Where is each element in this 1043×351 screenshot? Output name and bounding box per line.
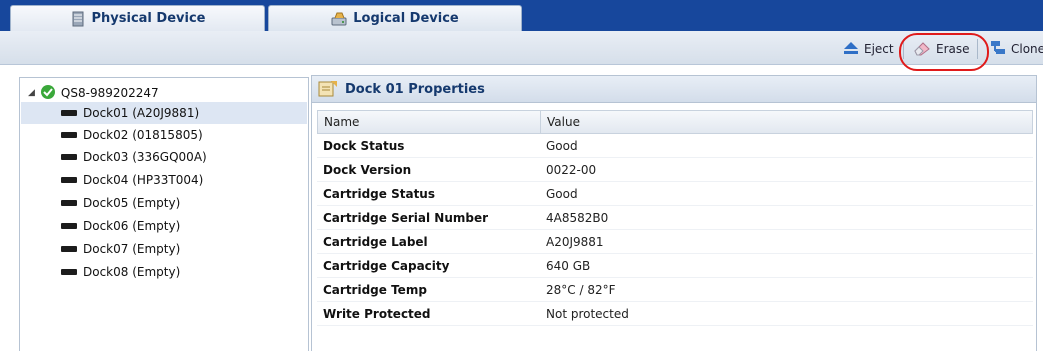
tab-logical-device[interactable]: Logical Device bbox=[268, 5, 522, 31]
dock-icon bbox=[61, 132, 77, 138]
tree-root-label: QS8-989202247 bbox=[60, 86, 159, 100]
dock-icon bbox=[61, 177, 77, 183]
property-name: Dock Version bbox=[323, 162, 412, 177]
device-tree: ◢ QS8-989202247 Dock01 (A20J9881) Dock02… bbox=[19, 77, 309, 351]
property-name: Cartridge Status bbox=[323, 186, 435, 201]
tree-root-node[interactable]: ◢ QS8-989202247 bbox=[28, 84, 159, 102]
property-value: Not protected bbox=[546, 306, 629, 321]
tree-item-label: Dock02 (01815805) bbox=[83, 128, 203, 142]
toolbar: Eject Erase Clone bbox=[0, 31, 1043, 65]
table-row[interactable]: Cartridge Capacity 640 GB bbox=[317, 254, 1033, 278]
clone-icon bbox=[990, 40, 1006, 59]
server-icon bbox=[70, 11, 86, 27]
column-header-name[interactable]: Name bbox=[318, 111, 541, 133]
tree-item-label: Dock08 (Empty) bbox=[83, 265, 181, 279]
clone-label: Clone bbox=[1011, 42, 1043, 56]
property-name: Cartridge Label bbox=[323, 234, 428, 249]
expand-arrow-icon[interactable]: ◢ bbox=[28, 88, 35, 98]
tree-item-dock03[interactable]: Dock03 (336GQ00A) bbox=[21, 146, 307, 168]
tab-physical-device-label: Physical Device bbox=[91, 11, 206, 26]
tree-item-label: Dock07 (Empty) bbox=[83, 242, 181, 256]
clone-button[interactable]: Clone bbox=[990, 40, 1043, 58]
property-name: Write Protected bbox=[323, 306, 431, 321]
property-value: Good bbox=[546, 138, 578, 153]
tree-item-label: Dock04 (HP33T004) bbox=[83, 173, 204, 187]
table-row[interactable]: Cartridge Serial Number 4A8582B0 bbox=[317, 206, 1033, 230]
eject-label: Eject bbox=[864, 42, 894, 56]
dock-icon bbox=[61, 223, 77, 229]
table-row[interactable]: Cartridge Label A20J9881 bbox=[317, 230, 1033, 254]
property-name: Cartridge Capacity bbox=[323, 258, 450, 273]
tree-item-dock05[interactable]: Dock05 (Empty) bbox=[21, 192, 307, 214]
properties-title: Dock 01 Properties bbox=[345, 81, 485, 97]
dock-icon bbox=[61, 110, 77, 116]
eject-button[interactable]: Eject bbox=[843, 40, 894, 58]
property-value: 0022-00 bbox=[546, 162, 597, 177]
dock-icon bbox=[61, 246, 77, 252]
tree-item-label: Dock05 (Empty) bbox=[83, 196, 181, 210]
property-value: 4A8582B0 bbox=[546, 210, 609, 225]
properties-header: Dock 01 Properties bbox=[312, 76, 1036, 103]
tab-physical-device[interactable]: Physical Device bbox=[10, 5, 265, 31]
table-row[interactable]: Dock Status Good bbox=[317, 134, 1033, 158]
erase-highlight-annotation bbox=[899, 33, 989, 71]
tree-item-dock07[interactable]: Dock07 (Empty) bbox=[21, 238, 307, 260]
grid-header: Name Value bbox=[317, 110, 1033, 134]
table-row[interactable]: Write Protected Not protected bbox=[317, 302, 1033, 326]
tree-item-label: Dock03 (336GQ00A) bbox=[83, 150, 207, 164]
table-row[interactable]: Cartridge Status Good bbox=[317, 182, 1033, 206]
properties-icon bbox=[318, 80, 338, 98]
property-value: A20J9881 bbox=[546, 234, 604, 249]
property-name: Cartridge Temp bbox=[323, 282, 427, 297]
properties-panel: Dock 01 Properties Name Value Dock Statu… bbox=[311, 75, 1037, 351]
column-header-value[interactable]: Value bbox=[541, 111, 1032, 133]
property-value: 640 GB bbox=[546, 258, 591, 273]
dock-icon bbox=[61, 200, 77, 206]
tree-item-dock06[interactable]: Dock06 (Empty) bbox=[21, 215, 307, 237]
property-name: Cartridge Serial Number bbox=[323, 210, 489, 225]
tree-item-dock04[interactable]: Dock04 (HP33T004) bbox=[21, 169, 307, 191]
tree-item-dock02[interactable]: Dock02 (01815805) bbox=[21, 124, 307, 146]
dock-icon bbox=[61, 154, 77, 160]
tree-item-label: Dock01 (A20J9881) bbox=[83, 106, 200, 120]
table-row[interactable]: Cartridge Temp 28°C / 82°F bbox=[317, 278, 1033, 302]
status-ok-icon bbox=[40, 84, 56, 103]
tab-strip: Physical Device Logical Device bbox=[0, 0, 1043, 31]
property-value: Good bbox=[546, 186, 578, 201]
property-value: 28°C / 82°F bbox=[546, 282, 616, 297]
tab-logical-device-label: Logical Device bbox=[353, 11, 459, 26]
properties-grid: Name Value Dock Status Good Dock Version… bbox=[317, 110, 1033, 326]
eject-icon bbox=[843, 41, 859, 58]
drive-icon bbox=[331, 11, 347, 27]
property-name: Dock Status bbox=[323, 138, 405, 153]
dock-icon bbox=[61, 269, 77, 275]
table-row[interactable]: Dock Version 0022-00 bbox=[317, 158, 1033, 182]
tree-item-label: Dock06 (Empty) bbox=[83, 219, 181, 233]
tree-item-dock08[interactable]: Dock08 (Empty) bbox=[21, 261, 307, 283]
tree-item-dock01[interactable]: Dock01 (A20J9881) bbox=[21, 102, 307, 124]
